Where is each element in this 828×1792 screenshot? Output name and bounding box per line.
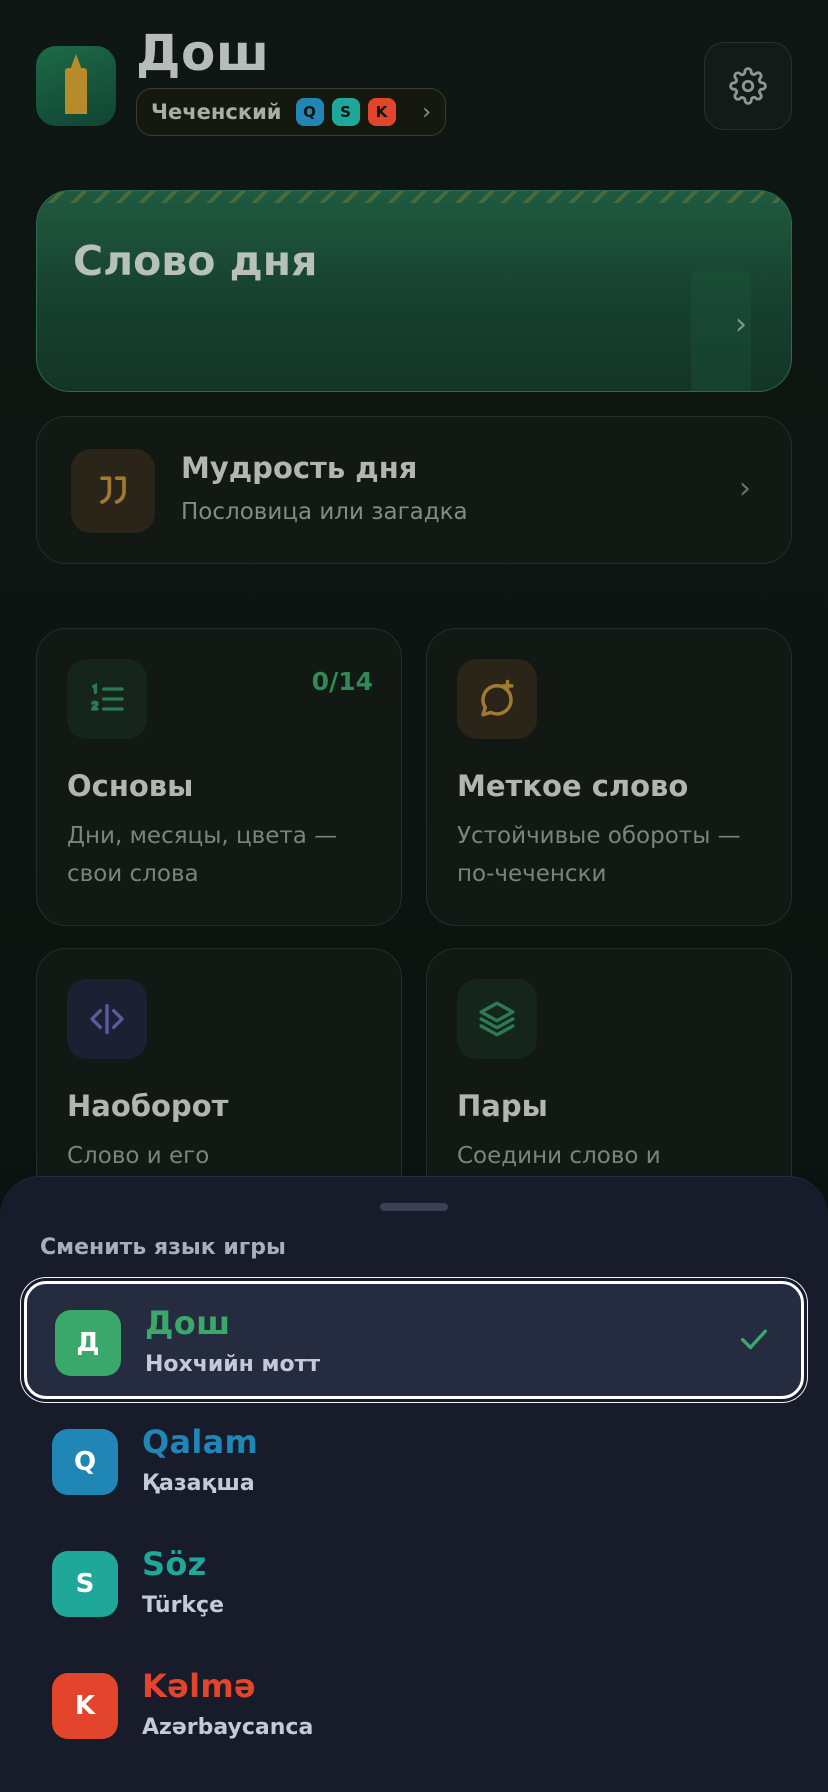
- language-native-name: Türkçe: [142, 1593, 225, 1618]
- chevron-right-icon: ›: [739, 471, 751, 506]
- language-picker-sheet: Сменить язык игры Д Дош Нохчийн мотт Q Q…: [0, 1176, 828, 1792]
- word-of-day-title: Слово дня: [73, 237, 318, 285]
- card-title: Основы: [67, 769, 194, 803]
- sheet-drag-handle[interactable]: [380, 1203, 448, 1211]
- card-description: Дни, месяцы, цвета — свои слова: [67, 823, 338, 887]
- language-native-name: Azərbaycanca: [142, 1715, 314, 1740]
- wisdom-subtitle: Пословица или загадка: [181, 499, 468, 525]
- wisdom-title: Мудрость дня: [181, 451, 418, 485]
- sheet-heading: Сменить язык игры: [40, 1235, 286, 1260]
- numbered-list-icon: [67, 659, 147, 739]
- language-badge: K: [52, 1673, 118, 1739]
- card-title: Наоборот: [67, 1089, 229, 1123]
- language-option-soz[interactable]: S Söz Türkçe: [24, 1525, 804, 1643]
- language-native-name: Нохчийн мотт: [145, 1352, 321, 1377]
- card-idioms[interactable]: Меткое слово Устойчивые обороты — по-чеч…: [426, 628, 792, 926]
- language-name: Qalam: [142, 1423, 259, 1461]
- gear-icon: [729, 67, 767, 105]
- language-option-qalam[interactable]: Q Qalam Қазақша: [24, 1403, 804, 1521]
- language-name: Дош: [145, 1304, 231, 1342]
- card-title: Меткое слово: [457, 769, 689, 803]
- app-logo-tower-icon: [36, 46, 116, 126]
- language-option-dosh[interactable]: Д Дош Нохчийн мотт: [24, 1281, 804, 1399]
- mini-badge-q: Q: [295, 98, 324, 126]
- layers-icon: [457, 979, 537, 1059]
- word-of-day-card[interactable]: Слово дня ›: [36, 190, 792, 392]
- progress-count: 0/14: [311, 667, 373, 696]
- language-option-kelme[interactable]: K Kəlmə Azərbaycanca: [24, 1647, 804, 1765]
- language-native-name: Қазақша: [142, 1471, 255, 1496]
- checkmark-icon: [737, 1322, 771, 1360]
- home-screen: Дош Чеченский Q S K › Слово дня › Мудрос…: [0, 0, 828, 1792]
- chat-plus-icon: [457, 659, 537, 739]
- decorative-stripes: [37, 191, 791, 203]
- wisdom-of-day-card[interactable]: Мудрость дня Пословица или загадка ›: [36, 416, 792, 564]
- code-arrows-icon: [67, 979, 147, 1059]
- language-switcher-pill[interactable]: Чеченский Q S K ›: [136, 88, 446, 136]
- language-badge: Q: [52, 1429, 118, 1495]
- current-language-label: Чеченский: [151, 100, 282, 124]
- settings-button[interactable]: [704, 42, 792, 130]
- language-name: Kəlmə: [142, 1667, 257, 1705]
- card-description: Соедини слово и: [457, 1143, 661, 1169]
- language-badge: S: [52, 1551, 118, 1617]
- language-name: Söz: [142, 1545, 207, 1583]
- card-title: Пары: [457, 1089, 548, 1123]
- card-description: Устойчивые обороты — по-чеченски: [457, 823, 741, 887]
- mini-badge-k: K: [367, 98, 396, 126]
- language-badge: Д: [55, 1310, 121, 1376]
- chevron-right-icon: ›: [422, 99, 431, 125]
- app-title: Дош: [136, 24, 270, 82]
- card-basics[interactable]: 0/14 Основы Дни, месяцы, цвета — свои сл…: [36, 628, 402, 926]
- mini-badge-s: S: [331, 98, 360, 126]
- card-description: Слово и его: [67, 1143, 210, 1169]
- chevron-right-icon: ›: [735, 307, 747, 342]
- quote-icon: [71, 449, 155, 533]
